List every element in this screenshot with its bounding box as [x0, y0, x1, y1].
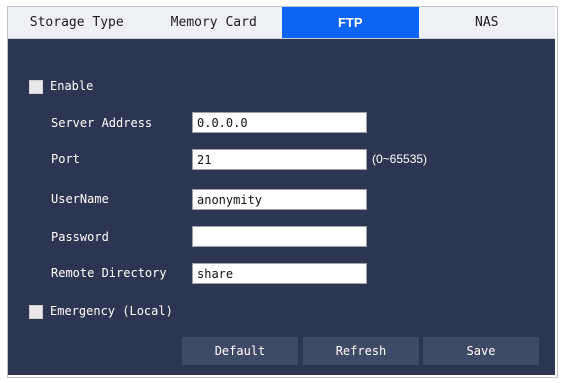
enable-checkbox[interactable] — [29, 80, 43, 94]
ftp-settings-panel: Enable Server Address Port (0~65535) Use… — [8, 39, 555, 375]
tab-nas[interactable]: NAS — [419, 7, 556, 38]
remote-directory-label: Remote Directory — [51, 266, 167, 280]
tab-storage-type[interactable]: Storage Type — [8, 7, 145, 38]
emergency-local-checkbox[interactable] — [29, 305, 43, 319]
tab-memory-card[interactable]: Memory Card — [145, 7, 282, 38]
password-label: Password — [51, 230, 109, 244]
server-address-label: Server Address — [51, 116, 153, 130]
username-label: UserName — [51, 192, 109, 206]
password-input[interactable] — [192, 226, 367, 247]
enable-label: Enable — [50, 79, 94, 93]
emergency-local-label: Emergency (Local) — [50, 304, 173, 318]
default-button[interactable]: Default — [182, 337, 298, 365]
port-range-hint: (0~65535) — [372, 152, 428, 166]
tab-bar: Storage Type Memory Card FTP NAS — [8, 7, 555, 39]
refresh-button[interactable]: Refresh — [303, 337, 419, 365]
port-input[interactable] — [192, 149, 367, 170]
server-address-input[interactable] — [192, 112, 367, 133]
remote-directory-input[interactable] — [192, 263, 367, 284]
tab-ftp[interactable]: FTP — [281, 7, 419, 38]
port-label: Port — [51, 152, 80, 166]
save-button[interactable]: Save — [423, 337, 539, 365]
username-input[interactable] — [192, 189, 367, 210]
